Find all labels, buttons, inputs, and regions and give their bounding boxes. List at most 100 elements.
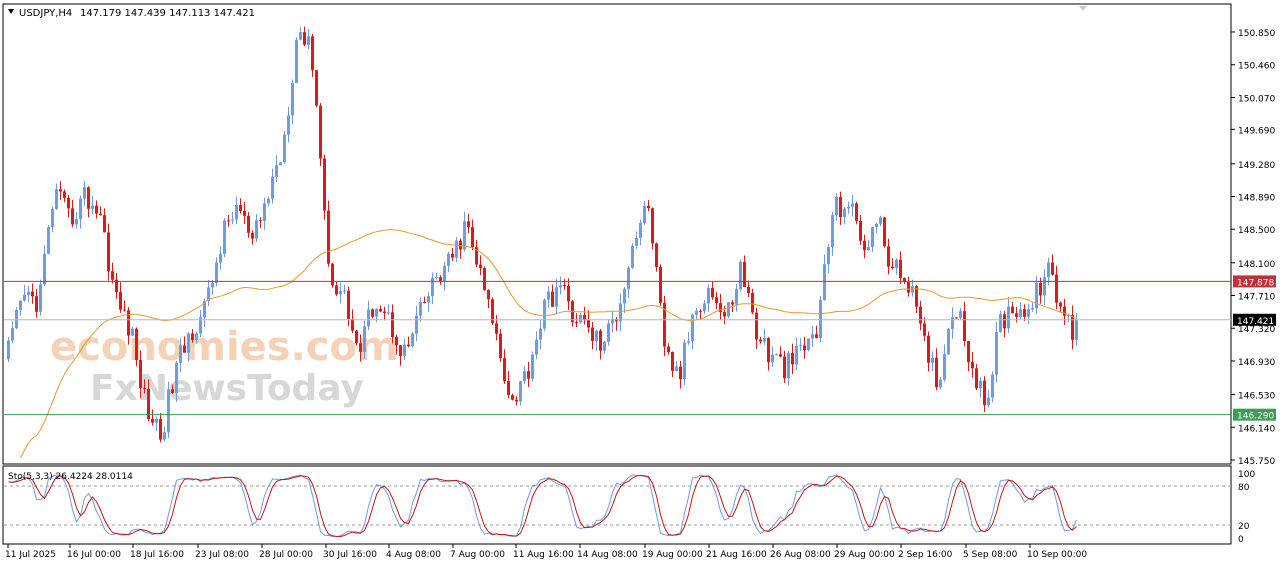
- candle-body: [967, 341, 970, 363]
- candle-body: [235, 204, 238, 220]
- candle-body: [127, 310, 130, 336]
- time-label: 7 Aug 00:00: [450, 550, 505, 560]
- candle-body: [163, 432, 166, 440]
- candle-body: [999, 314, 1002, 332]
- candle-body: [51, 208, 54, 228]
- candle-body: [671, 352, 674, 371]
- candle-body: [935, 357, 938, 388]
- candle-body: [359, 343, 362, 352]
- candle-body: [219, 253, 222, 263]
- candle-body: [731, 302, 734, 305]
- candle-body: [883, 217, 886, 247]
- stoch-label: Sto(5,3,3) 26.4224 28.0114: [8, 472, 133, 482]
- candle-body: [471, 227, 474, 248]
- candle-body: [495, 323, 498, 334]
- shift-marker-icon[interactable]: [1079, 6, 1087, 11]
- time-label: 16 Jul 00:00: [67, 550, 121, 560]
- price-tick-label: 148.500: [1238, 226, 1275, 236]
- candle-body: [735, 289, 738, 305]
- candle-body: [863, 240, 866, 251]
- candle-body: [531, 354, 534, 379]
- candle-body: [327, 210, 330, 264]
- candle-body: [927, 335, 930, 363]
- candle-body: [107, 232, 110, 272]
- price-tick-label: 146.930: [1238, 358, 1275, 368]
- candle-body: [267, 198, 270, 204]
- candle-body: [179, 345, 182, 363]
- candle-body: [815, 334, 818, 338]
- candle-body: [983, 380, 986, 406]
- candle-body: [151, 419, 154, 423]
- candle-body: [63, 191, 66, 198]
- time-label: 28 Jul 00:00: [259, 550, 313, 560]
- candle-body: [183, 345, 186, 353]
- candle-body: [227, 220, 230, 222]
- watermark-line2: FxNewsToday: [90, 368, 364, 409]
- candle-body: [975, 368, 978, 389]
- candle-body: [603, 341, 606, 351]
- candle-body: [907, 282, 910, 293]
- candle-body: [979, 380, 982, 389]
- candle-body: [1039, 283, 1042, 296]
- candle-body: [787, 352, 790, 379]
- candle-body: [987, 397, 990, 406]
- candle-body: [299, 32, 302, 40]
- candle-body: [43, 253, 46, 285]
- candle-body: [415, 315, 418, 334]
- candle-body: [335, 285, 338, 295]
- candle-body: [755, 312, 758, 340]
- candle-body: [635, 237, 638, 246]
- stoch-scale-label: 80: [1238, 483, 1250, 493]
- candle-body: [947, 328, 950, 355]
- candle-body: [831, 215, 834, 248]
- candle-body: [547, 291, 550, 300]
- price-tick-label: 150.070: [1238, 94, 1275, 104]
- candle-body: [811, 334, 814, 339]
- level-label-resistance: 147.878: [1237, 278, 1274, 288]
- candle-body: [403, 344, 406, 356]
- candle-body: [451, 253, 454, 258]
- candle-body: [351, 318, 354, 331]
- candle-body: [847, 206, 850, 209]
- time-label: 26 Aug 08:00: [770, 550, 831, 560]
- candle-body: [911, 286, 914, 293]
- time-label: 30 Jul 16:00: [323, 550, 377, 560]
- candle-body: [791, 352, 794, 365]
- chart-svg: economies.com FxNewsToday 150.850 150.460…: [2, 3, 1276, 560]
- candle-body: [87, 187, 90, 209]
- candle-body: [519, 381, 522, 402]
- candle-body: [867, 247, 870, 251]
- candle-body: [231, 219, 234, 221]
- candle-body: [7, 340, 10, 360]
- candle-body: [419, 302, 422, 316]
- candle-body: [843, 208, 846, 218]
- candle-body: [943, 354, 946, 380]
- candle-body: [555, 287, 558, 307]
- candle-body: [159, 418, 162, 440]
- candle-body: [551, 291, 554, 307]
- dropdown-triangle-icon[interactable]: [8, 9, 14, 14]
- candle-body: [367, 309, 370, 327]
- candle-body: [767, 337, 770, 363]
- candle-body: [535, 339, 538, 355]
- time-label: 21 Aug 16:00: [706, 550, 767, 560]
- candle-body: [991, 374, 994, 398]
- candle-body: [1007, 306, 1010, 329]
- candle-body: [251, 232, 254, 239]
- candle-body: [619, 303, 622, 322]
- candle-body: [895, 259, 898, 269]
- candle-body: [839, 196, 842, 218]
- stoch-layer: [4, 474, 1231, 538]
- candle-body: [623, 288, 626, 304]
- candle-body: [923, 323, 926, 336]
- candle-body: [795, 346, 798, 365]
- candle-body: [1003, 314, 1006, 329]
- candle-body: [919, 306, 922, 324]
- candle-body: [167, 389, 170, 433]
- candle-body: [859, 220, 862, 241]
- candle-body: [599, 330, 602, 351]
- candle-body: [939, 379, 942, 388]
- candle-body: [543, 299, 546, 329]
- stoch-scale-label: 0: [1238, 535, 1244, 545]
- candle-body: [411, 333, 414, 347]
